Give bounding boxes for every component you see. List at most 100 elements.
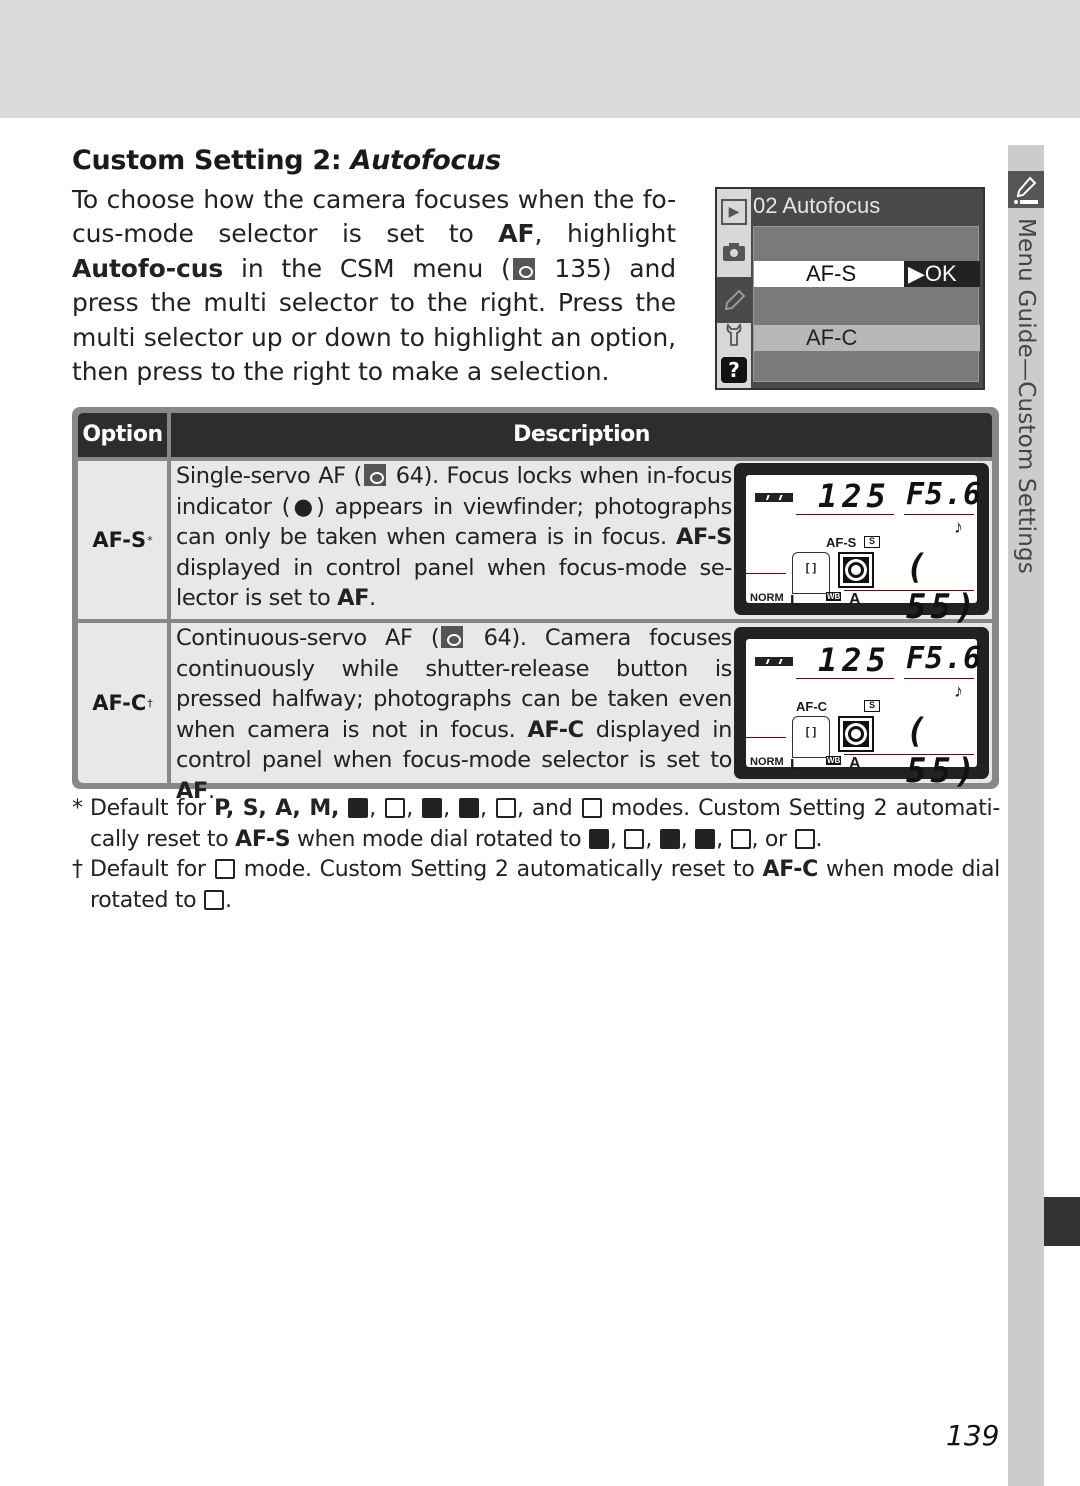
text-fragment: ( — [906, 547, 931, 587]
release-mode-indicator: S — [864, 700, 880, 712]
text-fragment: 55 — [906, 587, 955, 627]
text-fragment: † — [72, 857, 83, 883]
text-fragment: Default for — [90, 796, 215, 821]
ok-indicator: ▶OK — [904, 261, 980, 287]
footnote-default-af-c: † Default for mode. Custom Setting 2 auto… — [72, 855, 1000, 916]
wb-icon: WB — [826, 592, 842, 601]
landscape-mode-icon — [659, 828, 680, 849]
auto-mode-icon — [348, 798, 369, 818]
portrait-mode-icon — [385, 798, 406, 818]
text-fragment: AF — [337, 585, 370, 612]
aperture: F5.6 — [906, 641, 983, 676]
text-fragment: Single-servo AF ( — [176, 463, 362, 489]
landscape-mode-icon — [422, 798, 443, 818]
text-fragment: AF-C — [527, 716, 584, 743]
beep-icon: ♪ — [954, 681, 963, 701]
image-quality: NORM — [750, 592, 784, 604]
description-af-c: Continuous-servo AF ( 64). Camera focuse… — [171, 623, 992, 804]
footnote-default-af-s: * Default for P, S, A, M, , , , , , and m… — [72, 796, 1001, 852]
image-size: L — [790, 757, 800, 774]
text-fragment: Continuous-servo AF ( — [176, 625, 440, 651]
aperture: F5.6 — [906, 477, 983, 512]
header-band — [0, 0, 1080, 118]
text-fragment: 55 — [906, 751, 955, 791]
white-balance: A — [849, 591, 861, 608]
reference-link[interactable]: 135 — [554, 254, 602, 283]
control-panel-display-af-s: 125 F5.6 ♪ AF-S S [ ] ( 55) NORM L WB A — [734, 463, 989, 627]
text-fragment: AF-S — [235, 826, 291, 852]
beep-icon: ♪ — [954, 517, 963, 537]
sports-mode-icon — [204, 889, 225, 910]
af-area-indicator: [ ] — [792, 552, 830, 594]
reference-link[interactable]: 64 — [396, 463, 424, 489]
pencil-icon — [1008, 171, 1044, 208]
shutter-speed: 125 — [818, 477, 891, 515]
text-fragment: Default for — [90, 857, 214, 883]
text-fragment: AF-S — [92, 528, 147, 552]
text-fragment: † — [147, 696, 153, 710]
text-fragment: AF — [498, 219, 535, 249]
text-fragment: AF-C — [92, 691, 147, 715]
exposure-count: ( 55) — [906, 711, 980, 791]
menu-options-panel: AF-S ▶OK AF-C — [753, 226, 980, 382]
column-header-description: Description — [171, 413, 992, 457]
text-fragment: when mode dial rotated to — [290, 826, 588, 852]
playback-icon: ▶ — [721, 199, 747, 225]
close-up-mode-icon — [695, 828, 716, 849]
text-fragment: . — [225, 887, 232, 913]
pencil-icon — [717, 277, 753, 323]
option-af-c: AF-C † — [78, 623, 167, 783]
text-fragment: * — [72, 796, 83, 821]
reference-link[interactable]: 64 — [484, 625, 512, 651]
portrait-mode-icon — [624, 828, 645, 849]
metering-icon — [838, 716, 874, 752]
text-fragment: . — [369, 585, 376, 612]
description-af-s: Single-servo AF ( 64). Focus locks when … — [171, 461, 992, 627]
image-size: L — [790, 593, 800, 610]
page-title: Custom Setting 2: Autofocus — [72, 143, 505, 179]
text-fragment: Autofo-cus — [72, 253, 224, 283]
battery-icon — [755, 657, 793, 666]
text-fragment: in the CSM menu ( — [223, 253, 511, 283]
text-fragment: ( — [906, 711, 931, 751]
exposure-count: ( 55) — [906, 547, 980, 627]
night-landscape-mode-icon — [495, 798, 516, 818]
white-balance: A — [849, 755, 861, 772]
metering-icon — [838, 552, 874, 588]
night-portrait-mode-icon — [794, 828, 815, 849]
camera-menu-screen: ▶ ? 02 Autofocus AF-S ▶OK AF-C — [715, 187, 985, 390]
menu-tab-bar: ▶ ? — [717, 189, 753, 388]
option-af-s: AF-S * — [78, 461, 167, 619]
page-reference-icon — [512, 257, 535, 280]
night-landscape-mode-icon — [730, 828, 751, 849]
section-label: Menu Guide—Custom Settings — [1013, 218, 1039, 574]
shutter-speed: 125 — [818, 641, 891, 679]
page-reference-icon — [441, 626, 464, 648]
page-number: 139 — [946, 1419, 1000, 1452]
text-fragment: , or — [751, 826, 794, 852]
text-fragment: mode. Custom Setting 2 automatically res… — [235, 857, 763, 883]
text-fragment: P, S, A, M, — [214, 796, 340, 821]
menu-option-af-c[interactable]: AF-C — [754, 325, 980, 351]
af-mode-indicator: AF-S — [826, 535, 857, 550]
wrench-icon — [721, 322, 747, 348]
close-up-mode-icon — [459, 798, 480, 818]
image-quality: NORM — [750, 756, 784, 768]
options-table: Option Description AF-S * Single-servo AF… — [72, 407, 999, 804]
text-fragment: AF-S — [675, 524, 732, 551]
column-header-option: Option — [78, 413, 167, 457]
battery-icon — [755, 493, 793, 502]
af-area-indicator: [ ] — [792, 716, 830, 758]
control-panel-display-af-c: 125 F5.6 ♪ AF-C S [ ] ( 55) NORM L WB A — [734, 627, 989, 791]
help-icon: ? — [721, 357, 747, 383]
night-portrait-mode-icon — [581, 798, 602, 818]
menu-option-af-s[interactable]: AF-S ▶OK — [754, 261, 980, 287]
text-fragment: AF-C — [762, 857, 819, 883]
text-fragment: , and — [516, 796, 581, 821]
footnotes: * Default for P, S, A, M, , , , , , and m… — [72, 794, 1000, 916]
camera-icon — [721, 239, 747, 265]
text-fragment: , highlight — [534, 219, 677, 249]
page-reference-icon — [363, 464, 386, 486]
text-fragment: * — [147, 533, 153, 547]
menu-title: 02 Autofocus — [753, 193, 881, 218]
